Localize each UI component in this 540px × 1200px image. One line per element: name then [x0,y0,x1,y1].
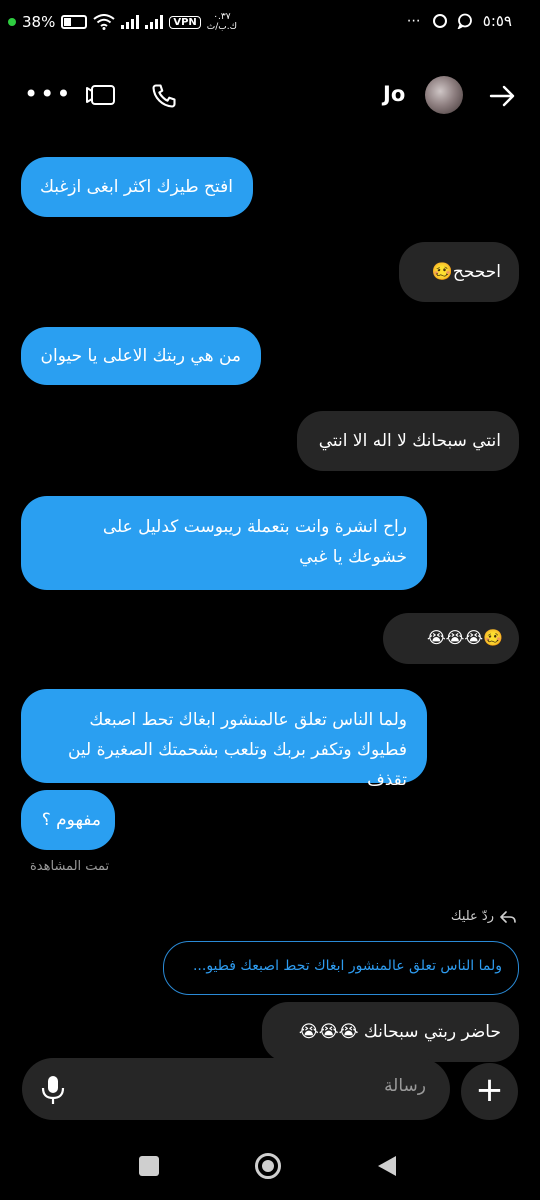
status-left: 38% VPN ٠.٣٧ ك.ب/ث [8,12,237,32]
battery-icon [61,15,88,29]
back-arrow-icon[interactable] [488,82,516,110]
network-speed: ٠.٣٧ ك.ب/ث [207,12,237,32]
notification-more-icon: ⋯ [406,13,423,29]
message-bubble-received[interactable]: افتح طيزك اكثر ابغى ازغبك [21,157,253,217]
chat-header: ••• Jo [0,70,540,124]
message-bubble-received[interactable]: ولما الناس تعلق عالمنشور ابغاك تحط اصبعك… [21,689,427,790]
notification-ring-icon [432,14,447,28]
network-speed-value: ٠.٣٧ [213,12,231,22]
message-bubble-sent[interactable]: حاضر ربتي سبحانك 😭😭😭 [262,1002,519,1062]
message-input[interactable]: رسالة [384,1076,426,1096]
seen-status: تمت المشاهدة [30,859,110,874]
add-attachment-button[interactable]: + [461,1063,518,1120]
more-options-icon[interactable]: ••• [24,82,72,106]
contact-name[interactable]: Jo [383,82,405,106]
chat-notification-icon [457,13,472,29]
message-bubble-sent[interactable]: انتي سبحانك لا اله الا انتي [297,411,519,471]
message-bubble-sent[interactable]: احححح🥴 [399,242,519,302]
clock: ٥:٥٩ [482,12,512,30]
back-button[interactable] [378,1156,396,1176]
recents-button[interactable] [139,1156,159,1176]
contact-avatar[interactable] [425,76,463,114]
message-bubble-sent[interactable]: 🥴😭😭😭 [383,613,519,664]
wifi-icon [93,14,115,30]
video-call-icon[interactable] [86,84,116,106]
battery-percent: 38% [22,13,56,31]
status-right: ⋯ ٥:٥٩ [407,12,512,30]
reply-label-text: ردّ عليك [450,909,494,924]
network-speed-unit: ك.ب/ث [206,22,238,32]
home-button[interactable] [255,1153,281,1179]
recording-dot-icon [8,18,16,26]
message-bubble-received[interactable]: راح انشرة وانت بتعملة ريبوست كدليل على خ… [21,496,427,590]
message-composer[interactable]: رسالة [22,1058,450,1120]
reply-label: ردّ عليك [451,909,516,924]
microphone-icon[interactable] [40,1074,66,1106]
message-bubble-received[interactable]: من هي ربتك الاعلى يا حيوان [21,327,261,385]
reply-icon [500,910,516,923]
voice-call-icon[interactable] [150,82,178,110]
message-bubble-received[interactable]: مفهوم ؟ [21,790,115,850]
status-bar: 38% VPN ٠.٣٧ ك.ب/ث ⋯ ٥:٥٩ [0,0,540,48]
signal-2-icon [145,15,164,29]
vpn-badge: VPN [169,15,201,29]
signal-icon [121,15,140,29]
quoted-message[interactable]: ولما الناس تعلق عالمنشور ابغاك تحط اصبعك… [163,941,519,995]
